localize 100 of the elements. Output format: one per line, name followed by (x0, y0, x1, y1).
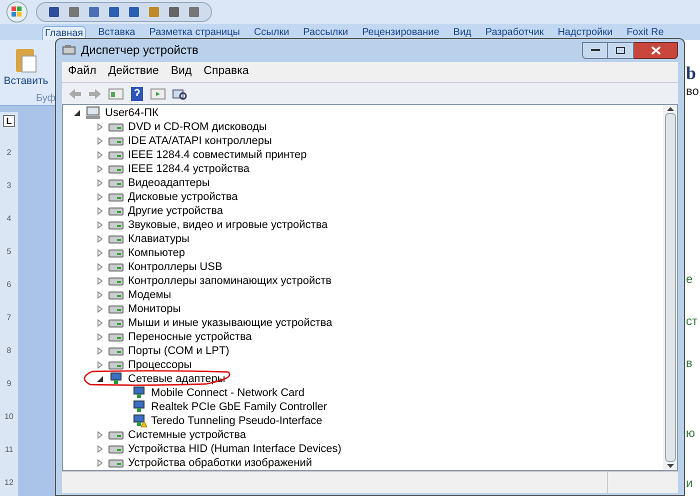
ribbon-tab[interactable]: Foxit Re (624, 26, 666, 40)
expand-arrow-icon[interactable] (96, 361, 104, 369)
expand-arrow-icon[interactable] (96, 445, 104, 453)
tree-item[interactable]: Звуковые, видео и игровые устройства (128, 220, 328, 230)
computer-icon (85, 106, 101, 120)
expand-arrow-icon[interactable] (96, 221, 104, 229)
toolbar-icon[interactable] (87, 5, 101, 19)
help-icon[interactable] (130, 86, 144, 102)
expand-arrow-icon[interactable] (96, 333, 104, 341)
expand-arrow-icon[interactable] (96, 431, 104, 439)
window-title: Диспетчер устройств (81, 42, 200, 59)
tree-item[interactable]: Порты (COM и LPT) (128, 346, 230, 356)
update-driver-icon[interactable] (150, 86, 166, 100)
properties-icon[interactable] (108, 86, 124, 100)
maximize-button[interactable] (608, 42, 634, 58)
scroll-down-icon[interactable] (666, 464, 674, 468)
paste-label[interactable]: Вставить (4, 74, 48, 90)
expand-arrow-icon[interactable] (96, 179, 104, 187)
collapse-arrow-icon[interactable] (74, 109, 80, 117)
menu-item[interactable]: Вид (170, 63, 192, 81)
ruler-number: 9 (6, 378, 12, 390)
document-text: ст (686, 313, 698, 330)
expand-arrow-icon[interactable] (96, 193, 104, 201)
ruler-number: 5 (6, 246, 12, 258)
tree-item[interactable]: Другие устройства (128, 206, 223, 216)
toolbar-icon[interactable] (67, 5, 81, 19)
expand-arrow-icon[interactable] (96, 459, 104, 467)
tree-item[interactable]: Устройства обработки изображений (128, 458, 312, 468)
tree-item[interactable]: Дисковые устройства (128, 192, 238, 202)
ribbon-tab[interactable]: Вставка (96, 26, 138, 40)
ribbon-tab[interactable]: Разметка страницы (147, 26, 242, 40)
tree-item[interactable]: Компьютер (128, 248, 185, 258)
ribbon-tab[interactable]: Рецензирование (360, 26, 442, 40)
tree-item[interactable]: Teredo Tunneling Pseudo-Interface (151, 416, 322, 426)
ruler-number: 10 (4, 411, 14, 423)
ruler-number: 7 (6, 312, 12, 324)
ruler-number: 12 (4, 477, 14, 489)
tree-item[interactable]: Realtek PCIe GbE Family Controller (151, 402, 328, 412)
expand-arrow-icon[interactable] (96, 151, 104, 159)
clipboard-icon[interactable] (13, 46, 39, 74)
tree-item[interactable]: DVD и CD-ROM дисководы (128, 122, 267, 132)
ruler-number: 2 (6, 147, 12, 159)
tree-item[interactable]: IEEE 1284.4 устройства (128, 164, 250, 174)
expand-arrow-icon[interactable] (96, 235, 104, 243)
menu-item[interactable]: Действие (108, 63, 159, 81)
expand-arrow-icon[interactable] (96, 347, 104, 355)
ruler-number: 8 (6, 345, 12, 357)
ribbon-tab[interactable]: Вид (451, 26, 474, 40)
expand-arrow-icon[interactable] (96, 291, 104, 299)
expand-arrow-icon[interactable] (96, 123, 104, 131)
menu-item[interactable]: Файл (68, 63, 96, 81)
forward-arrow-icon[interactable] (88, 88, 102, 100)
ruler-corner[interactable]: L (3, 115, 15, 127)
ribbon-tab[interactable]: Главная (42, 26, 86, 40)
toolbar-icon[interactable] (127, 5, 141, 19)
toolbar-icon[interactable] (107, 5, 121, 19)
expand-arrow-icon[interactable] (96, 277, 104, 285)
document-text: в (686, 355, 692, 372)
tree-item[interactable]: Mobile Connect - Network Card (151, 388, 304, 398)
ribbon-tab[interactable]: Рассылки (301, 26, 350, 40)
tree-item[interactable]: Мониторы (128, 304, 181, 314)
device-manager-icon (62, 44, 76, 56)
document-text: b (686, 62, 696, 85)
expand-arrow-icon[interactable] (96, 249, 104, 257)
close-icon (650, 46, 660, 54)
expand-arrow-icon[interactable] (96, 165, 104, 173)
toolbar-icon[interactable] (187, 5, 201, 19)
tree-item[interactable]: Мыши и иные указывающие устройства (128, 318, 332, 328)
back-arrow-icon[interactable] (68, 88, 82, 100)
tree-item[interactable]: Переносные устройства (128, 332, 252, 342)
expand-arrow-icon[interactable] (96, 137, 104, 145)
close-button[interactable] (634, 42, 678, 58)
tree-item[interactable]: Контроллеры USB (128, 262, 222, 272)
office-logo-icon[interactable] (6, 1, 28, 23)
expand-arrow-icon[interactable] (96, 319, 104, 327)
collapse-arrow-icon[interactable] (96, 375, 104, 383)
expand-arrow-icon[interactable] (96, 305, 104, 313)
toolbar-icon[interactable] (47, 5, 61, 19)
tree-item[interactable]: User64-ПК (105, 108, 158, 118)
document-text: и (686, 475, 693, 492)
tree-item[interactable]: IDE ATA/ATAPI контроллеры (128, 136, 272, 146)
tree-item[interactable]: Видеоадаптеры (128, 178, 210, 188)
tree-item[interactable]: Процессоры (128, 360, 192, 370)
menu-item[interactable]: Справка (204, 63, 249, 81)
expand-arrow-icon[interactable] (96, 207, 104, 215)
toolbar-icon[interactable] (167, 5, 181, 19)
minimize-button[interactable] (582, 42, 608, 58)
ribbon-tab[interactable]: Ссылки (252, 26, 292, 40)
tree-item[interactable]: Устройства HID (Human Interface Devices) (128, 444, 342, 454)
ruler-number: 3 (6, 180, 12, 192)
scrollbar[interactable] (663, 105, 677, 470)
tree-item[interactable]: Системные устройства (128, 430, 246, 440)
ribbon-tab[interactable]: Разработчик (483, 26, 546, 40)
expand-arrow-icon[interactable] (96, 263, 104, 271)
tree-item[interactable]: Модемы (128, 290, 172, 300)
tree-item[interactable]: Контроллеры запоминающих устройств (128, 276, 332, 286)
tree-item[interactable]: Клавиатуры (128, 234, 190, 244)
tree-item[interactable]: IEEE 1284.4 совместимый принтер (128, 150, 307, 160)
ribbon-tab[interactable]: Надстройки (556, 26, 615, 40)
scan-hardware-icon[interactable] (172, 86, 188, 100)
